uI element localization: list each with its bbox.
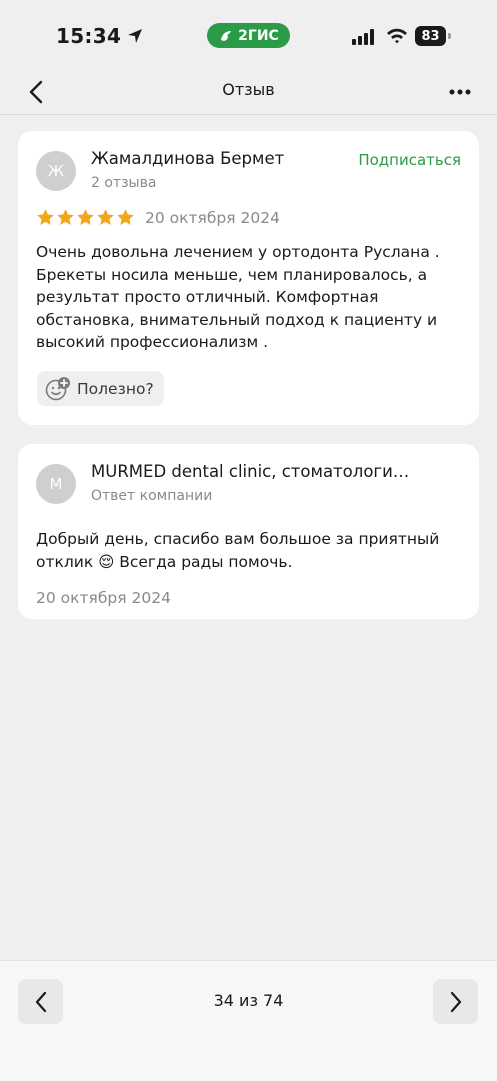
next-button[interactable] (433, 979, 478, 1024)
pager-label: 34 из 74 (213, 991, 284, 1010)
review-count: 2 отзыва (91, 175, 157, 191)
battery-nub (448, 33, 451, 39)
pager-bar: 34 из 74 (0, 960, 497, 1081)
smile-plus-icon (45, 376, 70, 400)
rating-stars (36, 208, 135, 227)
company-avatar[interactable]: M (36, 464, 76, 504)
location-arrow-icon (128, 29, 143, 43)
reply-text: Добрый день, спасибо вам большое за прия… (36, 530, 440, 571)
useful-label: Полезно? (77, 379, 154, 398)
battery-level: 83 (415, 26, 446, 46)
dove-icon (221, 30, 232, 41)
status-bar: 15:34 2ГИС 83 (0, 0, 497, 70)
subscribe-button[interactable]: Подписаться (358, 151, 461, 169)
app-badge[interactable]: 2ГИС (207, 23, 290, 48)
review-text: Очень довольна лечением у ортодонта Русл… (36, 243, 440, 351)
reply-role: Ответ компании (91, 488, 213, 504)
useful-button[interactable]: Полезно? (37, 371, 164, 406)
company-name[interactable]: MURMED dental clinic, стоматологи… (91, 462, 441, 481)
wifi-icon (387, 28, 407, 44)
star-icon (37, 209, 54, 225)
review-card: Ж Жамалдинова Бермет 2 отзыва Подписатьс… (18, 131, 479, 425)
page-title: Отзыв (222, 80, 275, 99)
star-icon (77, 209, 94, 225)
review-date: 20 октября 2024 (145, 209, 280, 227)
chevron-right-icon (450, 991, 461, 1012)
app-badge-label: 2ГИС (238, 27, 279, 44)
more-dots-icon (449, 89, 471, 95)
reply-card: M MURMED dental clinic, стоматологи… Отв… (18, 444, 479, 619)
more-button[interactable] (444, 80, 476, 104)
status-time: 15:34 (56, 24, 143, 48)
battery-icon: 83 (415, 26, 451, 46)
reply-date: 20 октября 2024 (36, 589, 171, 607)
star-icon (57, 209, 74, 225)
nav-bar: Отзыв (0, 70, 497, 115)
star-icon (97, 209, 114, 225)
avatar[interactable]: Ж (36, 151, 76, 191)
star-icon (117, 209, 134, 225)
signal-icon (352, 29, 374, 45)
review-author[interactable]: Жамалдинова Бермет (91, 149, 284, 168)
time-text: 15:34 (56, 24, 122, 48)
